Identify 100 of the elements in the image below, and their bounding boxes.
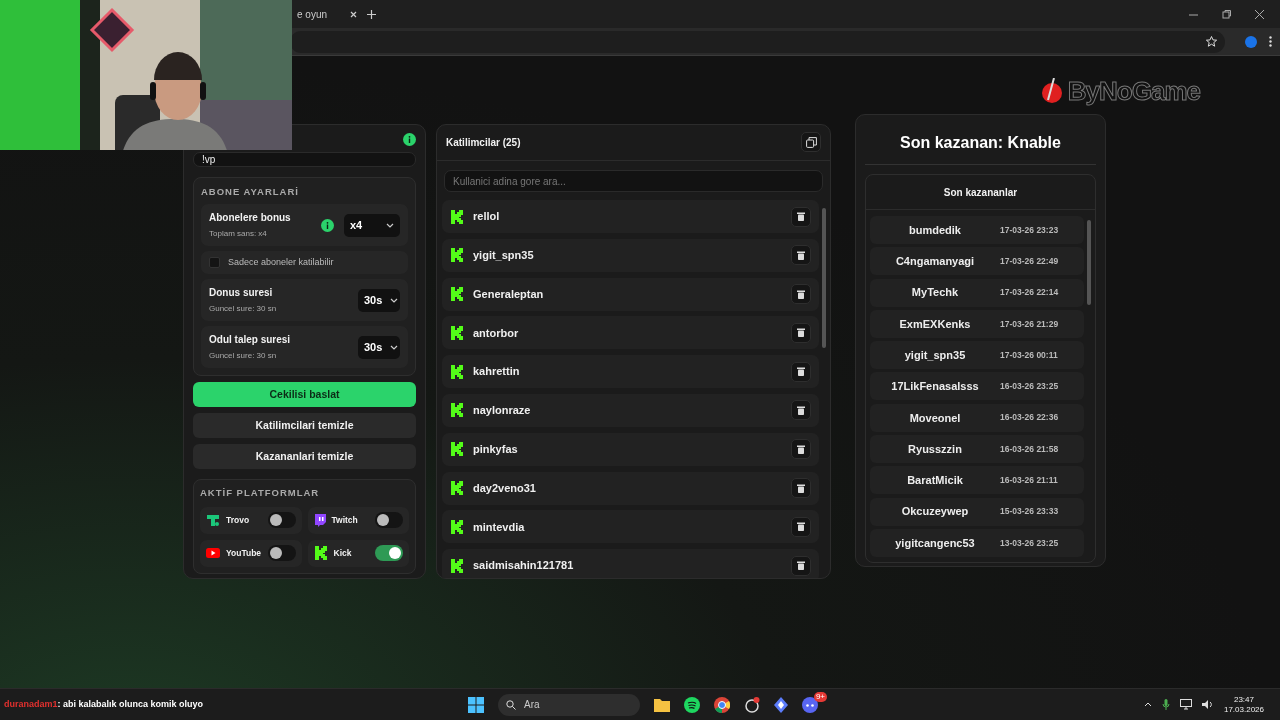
- participant-name: naylonraze: [473, 403, 531, 419]
- duration-select[interactable]: 30s: [358, 289, 400, 312]
- setting-label: Donus suresi: [209, 286, 274, 301]
- delete-button[interactable]: [791, 478, 811, 499]
- winner-name: Okcuzeywep: [900, 504, 970, 520]
- windows-start-icon[interactable]: [468, 696, 484, 713]
- kick-icon: [450, 480, 464, 497]
- winner-name: Ryusszzin: [907, 441, 963, 457]
- action-button[interactable]: Katilimcilari temizle: [193, 413, 416, 439]
- chat-message: duranadam1: abi kalabalık olunca komik oluyo: [3, 697, 205, 711]
- setting-hint: Toplam sans: x4: [209, 228, 268, 241]
- delete-button[interactable]: [791, 516, 811, 537]
- winner-date: 15-03-26 23:33: [1000, 505, 1059, 519]
- kick-icon: [450, 324, 464, 341]
- plus-icon[interactable]: [367, 9, 376, 19]
- scrollbar[interactable]: [822, 208, 826, 348]
- chat-app-icon[interactable]: [802, 696, 818, 713]
- trash-icon: [797, 212, 805, 221]
- toggle-switch[interactable]: [375, 512, 403, 528]
- toggle-switch[interactable]: [267, 545, 296, 561]
- trash-icon: [797, 367, 805, 377]
- trash-icon: [797, 250, 805, 260]
- clock-date[interactable]: 17.03.2026: [1223, 704, 1264, 715]
- delete-button[interactable]: [791, 245, 811, 266]
- participant-row[interactable]: mintevdia: [442, 510, 819, 544]
- trovo-icon: [206, 513, 220, 527]
- taskbar-search[interactable]: Ara: [498, 693, 640, 716]
- display-icon[interactable]: [1179, 699, 1192, 710]
- participant-row[interactable]: pinkyfas: [442, 432, 819, 466]
- participant-name: pinkyfas: [473, 442, 518, 458]
- participant-row[interactable]: saidmisahin121781: [442, 549, 819, 578]
- winner-name: ExmEXKenks: [898, 316, 972, 332]
- chevron-up-icon[interactable]: [1143, 702, 1152, 707]
- delete-button[interactable]: [791, 284, 811, 305]
- participant-name: mintevdia: [473, 519, 525, 535]
- profile-avatar-icon[interactable]: [1245, 35, 1257, 48]
- tab-title[interactable]: e oyun: [297, 6, 328, 22]
- close-icon[interactable]: [1255, 9, 1264, 19]
- speaker-icon[interactable]: [1201, 699, 1214, 710]
- participant-row[interactable]: rellol: [442, 200, 819, 233]
- twitch-icon: [313, 513, 326, 527]
- delete-button[interactable]: [791, 322, 811, 343]
- delete-button[interactable]: [791, 206, 811, 227]
- winner-name: BaratMicik: [906, 473, 964, 489]
- clock-time[interactable]: 23:47: [1223, 694, 1264, 705]
- app-icon[interactable]: [744, 696, 760, 713]
- winner-name: MyTechk: [910, 285, 960, 301]
- trash-icon: [797, 289, 805, 299]
- participant-row[interactable]: kahrettin: [442, 355, 819, 389]
- participant-row[interactable]: naylonraze: [442, 394, 819, 427]
- delete-button[interactable]: [791, 400, 811, 421]
- winner-name: C4ngamanyagi: [894, 254, 976, 270]
- delete-button[interactable]: [791, 555, 811, 576]
- kick-icon: [450, 363, 464, 380]
- participant-row[interactable]: yigit_spn35: [442, 238, 819, 272]
- notification-badge: 9+: [813, 691, 827, 702]
- participant-row[interactable]: antorbor: [442, 316, 819, 350]
- setting-hint: Guncel sure: 30 sn: [209, 303, 278, 316]
- toggle-switch[interactable]: [375, 545, 403, 561]
- winner-name: 17LikFenasalsss: [890, 379, 980, 395]
- youtube-icon: [206, 548, 220, 558]
- star-icon[interactable]: [1206, 36, 1217, 47]
- close-icon[interactable]: [350, 10, 357, 18]
- participant-name: Generaleptan: [473, 286, 544, 302]
- action-button[interactable]: Cekilisi baslat: [193, 382, 416, 408]
- winner-name: yigit_spn35: [903, 347, 967, 363]
- winner-date: 16-03-26 21:58: [1000, 442, 1059, 456]
- restore-icon[interactable]: [1222, 9, 1231, 19]
- scrollbar[interactable]: [1087, 220, 1091, 305]
- microphone-icon[interactable]: [1161, 698, 1170, 711]
- platform-name: Twitch: [331, 513, 358, 527]
- search-field[interactable]: Kullanici adina gore ara...: [444, 170, 823, 192]
- kick-icon: [450, 557, 464, 574]
- participant-row[interactable]: Generaleptan: [442, 277, 819, 311]
- platform-name: Kick: [333, 546, 352, 560]
- participant-row[interactable]: day2veno31: [442, 471, 819, 505]
- diamond-app-icon[interactable]: [774, 696, 788, 713]
- toggle-switch[interactable]: [267, 512, 296, 528]
- command-field[interactable]: !vp: [193, 152, 416, 167]
- delete-button[interactable]: [791, 361, 811, 382]
- action-button[interactable]: Kazananlari temizle: [193, 444, 416, 470]
- copy-button[interactable]: [801, 132, 821, 153]
- bonus-select[interactable]: x4: [344, 214, 400, 237]
- folder-icon[interactable]: [654, 697, 670, 712]
- winner-date: 13-03-26 23:25: [1000, 536, 1059, 550]
- checkbox[interactable]: [209, 257, 220, 269]
- delete-button[interactable]: [791, 439, 811, 460]
- more-menu-icon[interactable]: [1269, 36, 1272, 47]
- participant-name: yigit_spn35: [473, 248, 534, 264]
- winner-name: bumdedik: [908, 222, 962, 238]
- checkbox-label: Sadece aboneler katilabilir: [228, 256, 334, 269]
- search-icon: [506, 699, 516, 710]
- setting-label: Abonelere bonus: [209, 211, 292, 226]
- trash-icon: [797, 328, 805, 338]
- setting-label: Odul talep suresi: [209, 333, 292, 348]
- kick-icon: [450, 208, 464, 225]
- music-app-icon[interactable]: [684, 696, 700, 713]
- browser-icon[interactable]: [714, 696, 730, 713]
- chevron-down-icon: [390, 344, 399, 350]
- duration-select[interactable]: 30s: [358, 336, 400, 359]
